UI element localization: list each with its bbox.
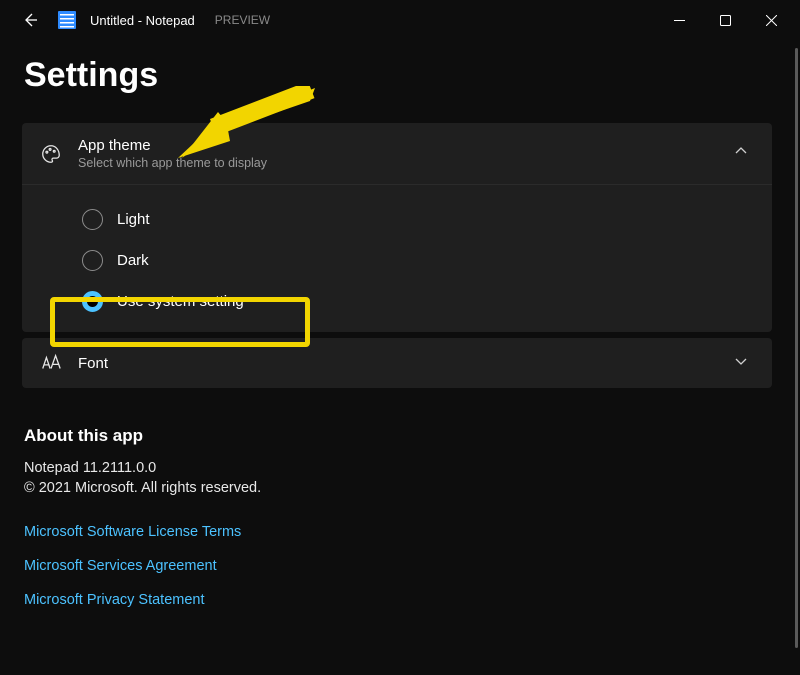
expand-chevron [734, 354, 754, 373]
theme-option-light[interactable]: Light [22, 199, 772, 240]
scrollbar[interactable] [795, 48, 798, 648]
settings-page: Settings App theme Select which app them… [0, 40, 794, 675]
about-heading: About this app [24, 426, 772, 446]
theme-option-label: Light [117, 211, 150, 228]
font-header[interactable]: Font [22, 338, 772, 388]
theme-option-label: Dark [117, 252, 149, 269]
theme-options: Light Dark Use system setting [22, 184, 772, 332]
maximize-button[interactable] [702, 4, 748, 36]
theme-option-dark[interactable]: Dark [22, 240, 772, 281]
page-title: Settings [24, 56, 772, 95]
radio-unchecked-icon [82, 250, 103, 271]
font-card: Font [22, 338, 772, 388]
close-icon [766, 15, 777, 26]
about-section: About this app Notepad 11.2111.0.0 © 202… [22, 426, 772, 608]
maximize-icon [720, 15, 731, 26]
link-privacy[interactable]: Microsoft Privacy Statement [24, 592, 772, 608]
titlebar: Untitled - Notepad PREVIEW [0, 0, 800, 40]
window-title: Untitled - Notepad [90, 13, 195, 28]
font-title: Font [78, 355, 718, 372]
back-arrow-icon [22, 12, 38, 28]
chevron-down-icon [734, 354, 748, 368]
back-button[interactable] [16, 6, 44, 34]
minimize-icon [674, 15, 685, 26]
minimize-button[interactable] [656, 4, 702, 36]
chevron-up-icon [734, 144, 748, 158]
close-button[interactable] [748, 4, 794, 36]
preview-tag: PREVIEW [215, 13, 270, 27]
titlebar-left: Untitled - Notepad PREVIEW [6, 6, 270, 34]
about-links: Microsoft Software License Terms Microso… [24, 524, 772, 608]
notepad-app-icon [58, 11, 76, 29]
collapse-chevron [734, 144, 754, 163]
app-theme-title: App theme [78, 137, 718, 154]
app-theme-header[interactable]: App theme Select which app theme to disp… [22, 123, 772, 184]
radio-unchecked-icon [82, 209, 103, 230]
link-license[interactable]: Microsoft Software License Terms [24, 524, 772, 540]
app-theme-card: App theme Select which app theme to disp… [22, 123, 772, 332]
theme-option-system[interactable]: Use system setting [22, 281, 772, 322]
about-copyright: © 2021 Microsoft. All rights reserved. [24, 480, 772, 496]
palette-icon [40, 143, 62, 165]
about-version: Notepad 11.2111.0.0 [24, 460, 772, 476]
app-theme-subtitle: Select which app theme to display [78, 156, 718, 170]
window-controls [656, 4, 794, 36]
theme-option-label: Use system setting [117, 293, 244, 310]
link-services[interactable]: Microsoft Services Agreement [24, 558, 772, 574]
font-icon [40, 352, 62, 374]
radio-checked-icon [82, 291, 103, 312]
